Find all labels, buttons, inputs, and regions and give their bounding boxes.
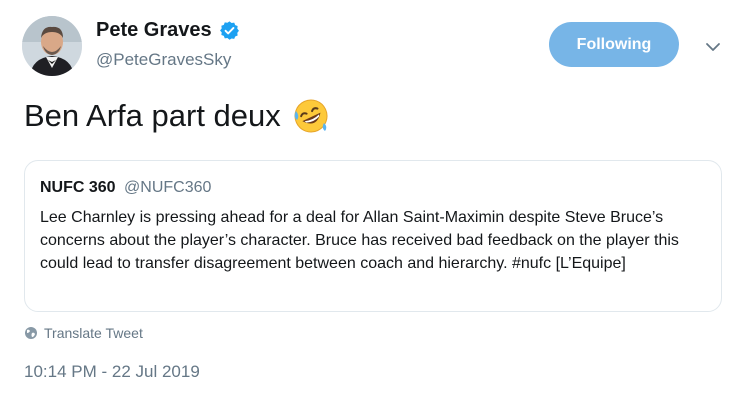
quoted-tweet-card[interactable]: NUFC 360 @NUFC360 Lee Charnley is pressi… <box>24 160 722 312</box>
avatar[interactable] <box>22 16 82 76</box>
verified-badge-icon <box>219 20 240 41</box>
globe-icon <box>24 326 38 340</box>
translate-tweet-link[interactable]: Translate Tweet <box>24 325 143 341</box>
quoted-tweet-display-name: NUFC 360 <box>40 179 116 196</box>
tweet-timestamp[interactable]: 10:14 PM - 22 Jul 2019 <box>24 362 200 382</box>
rolling-on-the-floor-laughing-emoji-icon <box>291 96 331 136</box>
chevron-down-icon[interactable] <box>704 38 722 56</box>
tweet-text-content: Ben Arfa part deux <box>24 98 281 133</box>
avatar-image <box>22 16 82 76</box>
author-display-name[interactable]: Pete Graves <box>96 19 212 42</box>
quoted-tweet-text: Lee Charnley is pressing ahead for a dea… <box>40 209 679 272</box>
author-info: Pete Graves @PeteGravesSky <box>96 19 240 70</box>
following-button[interactable]: Following <box>549 22 679 67</box>
quoted-tweet-handle: @NUFC360 <box>124 179 212 196</box>
translate-tweet-label: Translate Tweet <box>44 325 143 341</box>
quoted-tweet-header: NUFC 360 @NUFC360 <box>40 179 211 197</box>
tweet-text: Ben Arfa part deux <box>24 96 331 136</box>
author-handle[interactable]: @PeteGravesSky <box>96 50 240 70</box>
